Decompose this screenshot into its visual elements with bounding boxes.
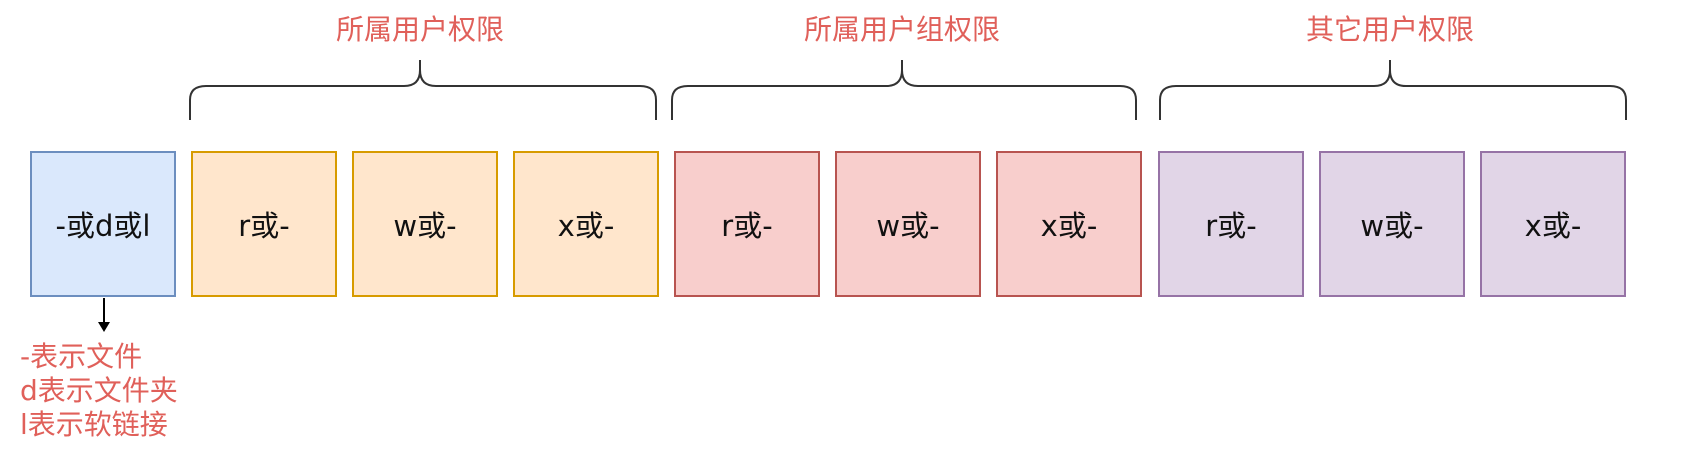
group-permissions-title: 所属用户组权限 xyxy=(803,13,1000,46)
file-type-box: -或d或l xyxy=(30,151,176,297)
group-read-box: r或- xyxy=(674,151,820,297)
owner-write-box: w或- xyxy=(352,151,498,297)
other-write-box: w或- xyxy=(1319,151,1465,297)
other-read-label: r或- xyxy=(1205,209,1257,243)
owner-read-label: r或- xyxy=(238,209,290,243)
brace-other xyxy=(1159,60,1627,120)
other-write-label: w或- xyxy=(1360,209,1424,243)
file-type-label: -或d或l xyxy=(55,209,151,243)
other-execute-box: x或- xyxy=(1480,151,1626,297)
brace-group xyxy=(671,60,1137,120)
legend-line-directory: d表示文件夹 xyxy=(20,374,178,407)
arrow-head xyxy=(98,322,110,332)
other-permissions-title: 其它用户权限 xyxy=(1305,13,1474,46)
owner-read-box: r或- xyxy=(191,151,337,297)
owner-execute-box: x或- xyxy=(513,151,659,297)
permission-diagram: 所属用户权限 所属用户组权限 其它用户权限 -或d或l r或- w或- x或- … xyxy=(0,0,1683,462)
group-write-box: w或- xyxy=(835,151,981,297)
owner-write-label: w或- xyxy=(393,209,457,243)
other-read-box: r或- xyxy=(1158,151,1304,297)
owner-permissions-title: 所属用户权限 xyxy=(335,13,504,46)
owner-execute-label: x或- xyxy=(557,209,615,243)
brace-owner xyxy=(189,60,657,120)
group-read-label: r或- xyxy=(721,209,773,243)
group-execute-label: x或- xyxy=(1040,209,1098,243)
legend-line-file: -表示文件 xyxy=(20,340,143,373)
file-type-legend: -表示文件 d表示文件夹 l表示软链接 xyxy=(20,340,178,442)
other-execute-label: x或- xyxy=(1524,209,1582,243)
group-write-label: w或- xyxy=(876,209,940,243)
group-execute-box: x或- xyxy=(996,151,1142,297)
legend-line-symlink: l表示软链接 xyxy=(20,408,168,441)
